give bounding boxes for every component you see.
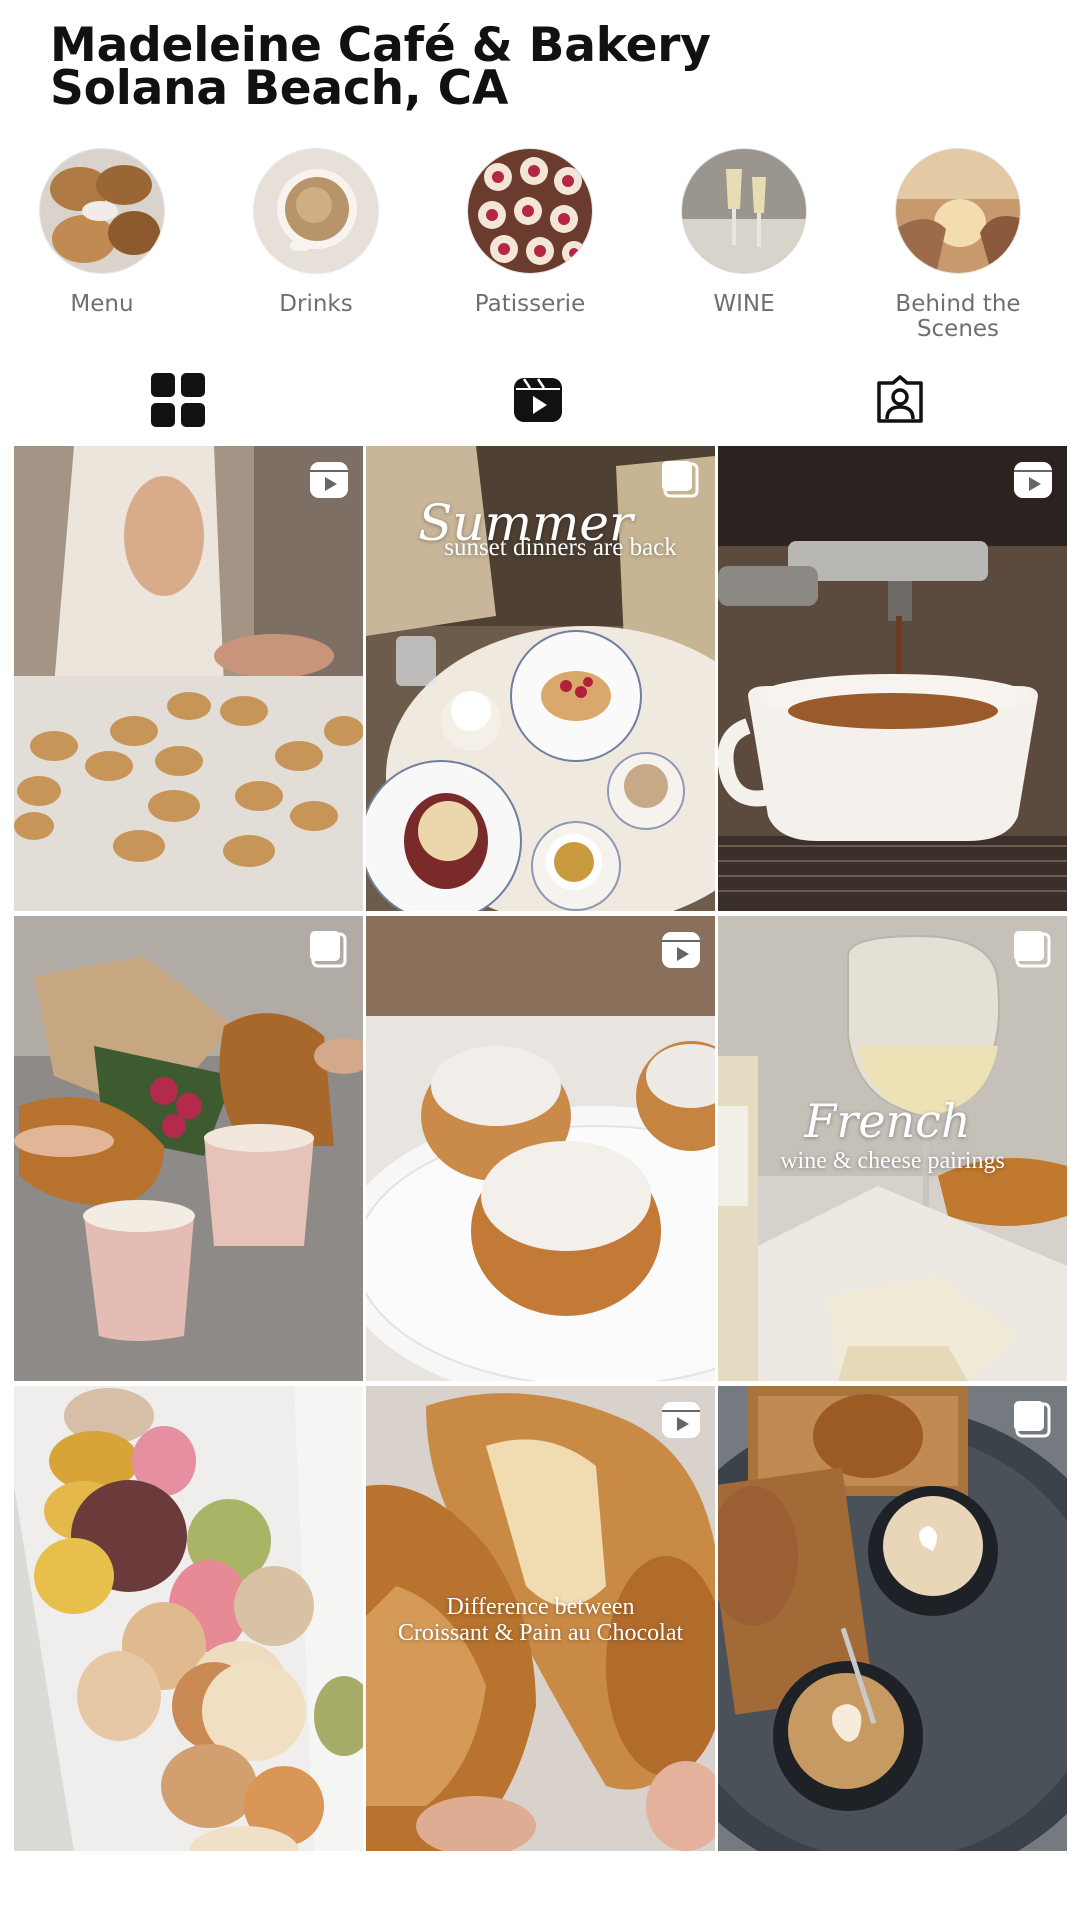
reel-badge-icon — [661, 1400, 701, 1440]
post-tile[interactable] — [366, 916, 715, 1381]
reels-icon — [514, 376, 562, 428]
highlight-label: Behind the Scenes — [895, 291, 1021, 342]
post-image — [14, 446, 363, 911]
tagged-icon — [875, 375, 925, 429]
highlight-wine-thumbnail — [681, 148, 807, 274]
highlight-patisserie[interactable]: Patisserie — [430, 148, 630, 317]
post-grid: Summer sunset dinners are back French wi… — [14, 446, 1067, 1851]
carousel-badge-icon — [1013, 930, 1053, 970]
tab-grid[interactable] — [146, 372, 210, 432]
tab-tagged[interactable] — [868, 372, 932, 432]
highlight-label: Drinks — [279, 291, 353, 317]
tab-reels[interactable] — [506, 372, 570, 432]
carousel-badge-icon — [1013, 1400, 1053, 1440]
post-caption-sub: wine & cheese pairings — [780, 1148, 1005, 1174]
reel-badge-icon — [309, 460, 349, 500]
profile-tabs — [0, 372, 1080, 432]
story-highlights: Menu Drinks Patisserie WINE Behind the S… — [0, 148, 1080, 348]
post-tile[interactable] — [14, 446, 363, 911]
post-image — [718, 446, 1067, 911]
highlight-label: Menu — [70, 291, 134, 317]
post-tile[interactable] — [14, 916, 363, 1381]
post-tile[interactable]: French wine & cheese pairings — [718, 916, 1067, 1381]
carousel-badge-icon — [309, 930, 349, 970]
highlight-patisserie-thumbnail — [467, 148, 593, 274]
carousel-badge-icon — [661, 460, 701, 500]
post-image — [718, 1386, 1067, 1851]
highlight-menu-thumbnail — [39, 148, 165, 274]
post-image — [14, 916, 363, 1381]
post-tile[interactable] — [718, 1386, 1067, 1851]
reel-badge-icon — [1013, 460, 1053, 500]
post-tile[interactable]: Summer sunset dinners are back — [366, 446, 715, 911]
post-image — [14, 1386, 363, 1851]
post-caption-line1: Difference between — [446, 1594, 635, 1620]
grid-icon — [151, 373, 205, 431]
profile-location: Solana Beach, CA — [50, 61, 509, 116]
reel-badge-icon — [661, 930, 701, 970]
highlight-drinks[interactable]: Drinks — [216, 148, 416, 317]
post-tile[interactable] — [718, 446, 1067, 911]
highlight-behind-the-scenes[interactable]: Behind the Scenes — [858, 148, 1058, 342]
highlight-wine[interactable]: WINE — [644, 148, 844, 317]
post-caption-script: French — [804, 1094, 971, 1148]
highlight-menu[interactable]: Menu — [2, 148, 202, 317]
post-caption-line2: Croissant & Pain au Chocolat — [397, 1620, 684, 1646]
post-tile[interactable]: Difference between Croissant & Pain au C… — [366, 1386, 715, 1851]
post-caption-sub: sunset dinners are back — [444, 534, 677, 561]
post-image — [366, 916, 715, 1381]
post-tile[interactable] — [14, 1386, 363, 1851]
highlight-drinks-thumbnail — [253, 148, 379, 274]
profile-header: Madeleine Café & Bakery Solana Beach, CA — [50, 22, 711, 116]
highlight-label: WINE — [713, 291, 775, 317]
highlight-behind-the-scenes-thumbnail — [895, 148, 1021, 274]
highlight-label: Patisserie — [474, 291, 586, 317]
